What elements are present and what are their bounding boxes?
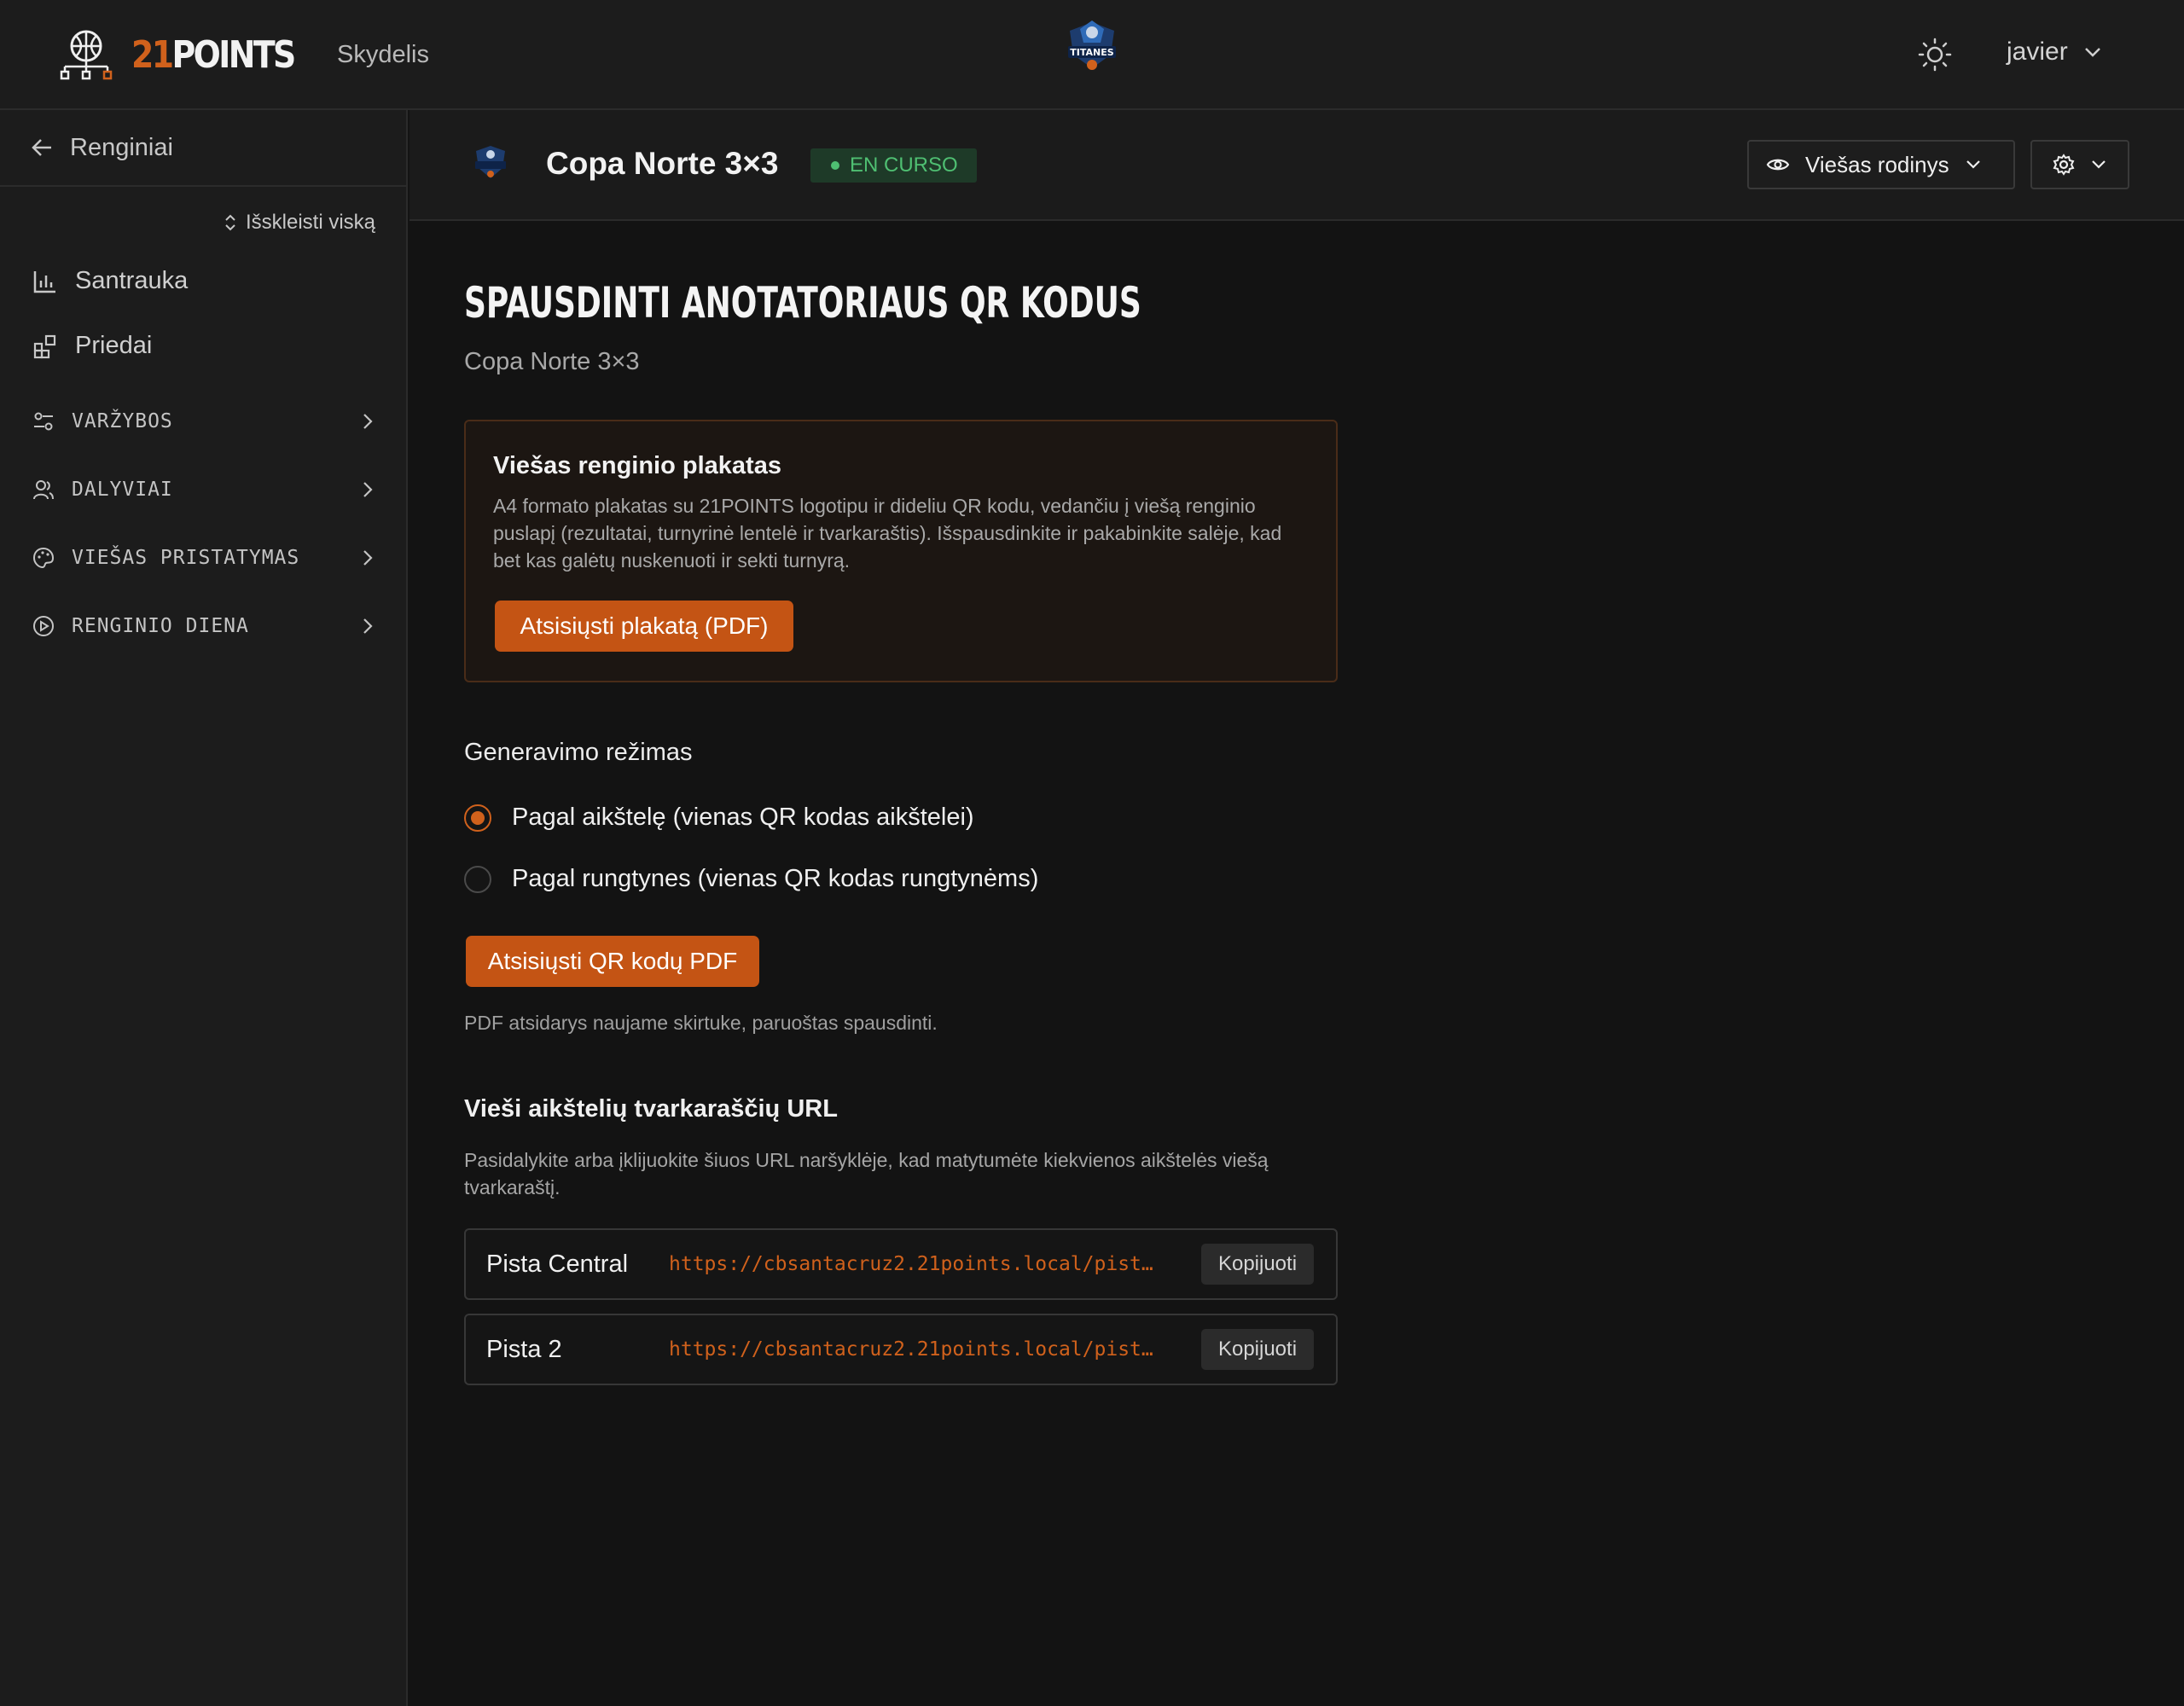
status-dot <box>831 161 839 170</box>
poster-description: A4 formato plakatas su 21POINTS logotipu… <box>493 495 1282 572</box>
sidebar-item-summary[interactable]: Santrauka <box>32 267 188 295</box>
download-qr-pdf-button[interactable]: Atsisiųsti QR kodų PDF <box>466 936 759 987</box>
event-header: Copa Norte 3×3 EN CURSO Viešas rodinys <box>410 110 2184 221</box>
chevron-down-icon <box>1966 160 1980 169</box>
chevrons-up-down-icon <box>225 214 235 231</box>
section-label: RENGINIO DIENA <box>72 615 249 637</box>
user-name: javier <box>2007 38 2068 66</box>
play-circle-icon <box>33 616 54 636</box>
users-icon <box>33 480 54 500</box>
sidebar-item-addons[interactable]: Priedai <box>32 332 152 360</box>
gear-icon <box>2053 154 2075 176</box>
eye-icon <box>1766 159 1790 171</box>
chevron-down-icon <box>2092 160 2106 169</box>
chevron-down-icon <box>2084 48 2100 57</box>
top-bar: 21POINTS Skydelis TITANES javier <box>0 0 2184 110</box>
sidebar-section-participants[interactable]: DALYVIAI <box>32 479 374 501</box>
sliders-icon <box>34 412 53 431</box>
expand-all-button[interactable]: Išskleisti viską <box>224 211 375 235</box>
sidebar: Renginiai Išskleisti viską Santrauka Pri… <box>0 110 408 1706</box>
court-urls-description: Pasidalykite arba įklijuokite šiuos URL … <box>464 1149 1269 1198</box>
back-link-label: Renginiai <box>70 133 173 161</box>
sidebar-item-label: Priedai <box>75 332 153 359</box>
sidebar-item-label: Santrauka <box>75 267 189 294</box>
copy-url-button[interactable]: Kopijuoti <box>1201 1244 1314 1285</box>
page-subtitle: Copa Norte 3×3 <box>464 348 640 375</box>
copy-url-button[interactable]: Kopijuoti <box>1201 1329 1314 1370</box>
event-team-logo <box>475 146 506 178</box>
court-name: Pista Central <box>486 1250 629 1278</box>
poster-card: Viešas renginio plakatas A4 formato plak… <box>464 420 1338 682</box>
nav-dashboard-link[interactable]: Skydelis <box>337 41 429 69</box>
radio-button[interactable] <box>464 804 491 832</box>
chevron-right-icon <box>363 618 373 634</box>
page-title: SPAUSDINTI ANOTATORIAUS QR KODUS <box>464 278 1141 328</box>
public-view-dropdown[interactable]: Viešas rodinys <box>1747 140 2015 189</box>
radio-label: Pagal rungtynes (vienas QR kodas rungtyn… <box>512 865 1039 892</box>
bar-chart-icon <box>33 270 55 293</box>
palette-icon <box>32 547 55 569</box>
user-menu[interactable]: javier <box>2007 38 2102 67</box>
arrow-left-icon <box>32 139 51 156</box>
sun-icon[interactable] <box>1918 38 1952 72</box>
radio-label: Pagal aikštelę (vienas QR kodas aikštele… <box>512 804 974 831</box>
expand-all-label: Išskleisti viską <box>245 211 375 234</box>
status-text: EN CURSO <box>850 154 958 177</box>
section-label: VIEŠAS PRISTATYMAS <box>72 547 300 569</box>
court-urls-title: Vieši aikštelių tvarkaraščių URL <box>464 1095 838 1123</box>
download-poster-button[interactable]: Atsisiųsti plakatą (PDF) <box>495 601 793 652</box>
court-url-row: Pista Central https://cbsantacruz2.21poi… <box>464 1228 1338 1300</box>
public-view-label: Viešas rodinys <box>1805 151 1949 177</box>
chevron-right-icon <box>363 550 373 566</box>
addons-icon <box>33 334 56 358</box>
svg-text:TITANES: TITANES <box>1070 47 1113 58</box>
back-to-events-link[interactable]: Renginiai <box>0 110 406 187</box>
basketball-bracket-icon <box>60 30 113 80</box>
radio-option-by-court[interactable]: Pagal aikštelę (vienas QR kodas aikštele… <box>464 804 974 832</box>
chevron-right-icon <box>363 414 373 429</box>
court-url[interactable]: https://cbsantacruz2.21points.local/pist… <box>669 1338 1174 1361</box>
court-url[interactable]: https://cbsantacruz2.21points.local/pist… <box>669 1253 1174 1275</box>
section-label: VARŽYBOS <box>72 410 173 432</box>
chevron-right-icon <box>363 482 373 497</box>
poster-title: Viešas renginio plakatas <box>493 452 781 479</box>
event-title: Copa Norte 3×3 <box>546 146 779 181</box>
sidebar-section-public-presentation[interactable]: VIEŠAS PRISTATYMAS <box>32 547 374 569</box>
court-url-row: Pista 2 https://cbsantacruz2.21points.lo… <box>464 1314 1338 1385</box>
generation-mode-label: Generavimo režimas <box>464 739 693 766</box>
section-label: DALYVIAI <box>72 479 173 501</box>
pdf-note: PDF atsidarys naujame skirtuke, paruošta… <box>464 1012 938 1034</box>
team-logo: TITANES <box>1068 20 1116 70</box>
brand-logo[interactable]: 21POINTS <box>60 29 321 80</box>
settings-dropdown[interactable] <box>2030 140 2129 189</box>
radio-option-by-game[interactable]: Pagal rungtynes (vienas QR kodas rungtyn… <box>464 865 1038 893</box>
sidebar-section-competitions[interactable]: VARŽYBOS <box>32 410 374 432</box>
status-badge: EN CURSO <box>810 148 977 183</box>
sidebar-section-event-day[interactable]: RENGINIO DIENA <box>32 615 374 637</box>
radio-button[interactable] <box>464 865 491 893</box>
court-name: Pista 2 <box>486 1335 562 1363</box>
brand-wordmark: 21POINTS <box>131 32 296 77</box>
